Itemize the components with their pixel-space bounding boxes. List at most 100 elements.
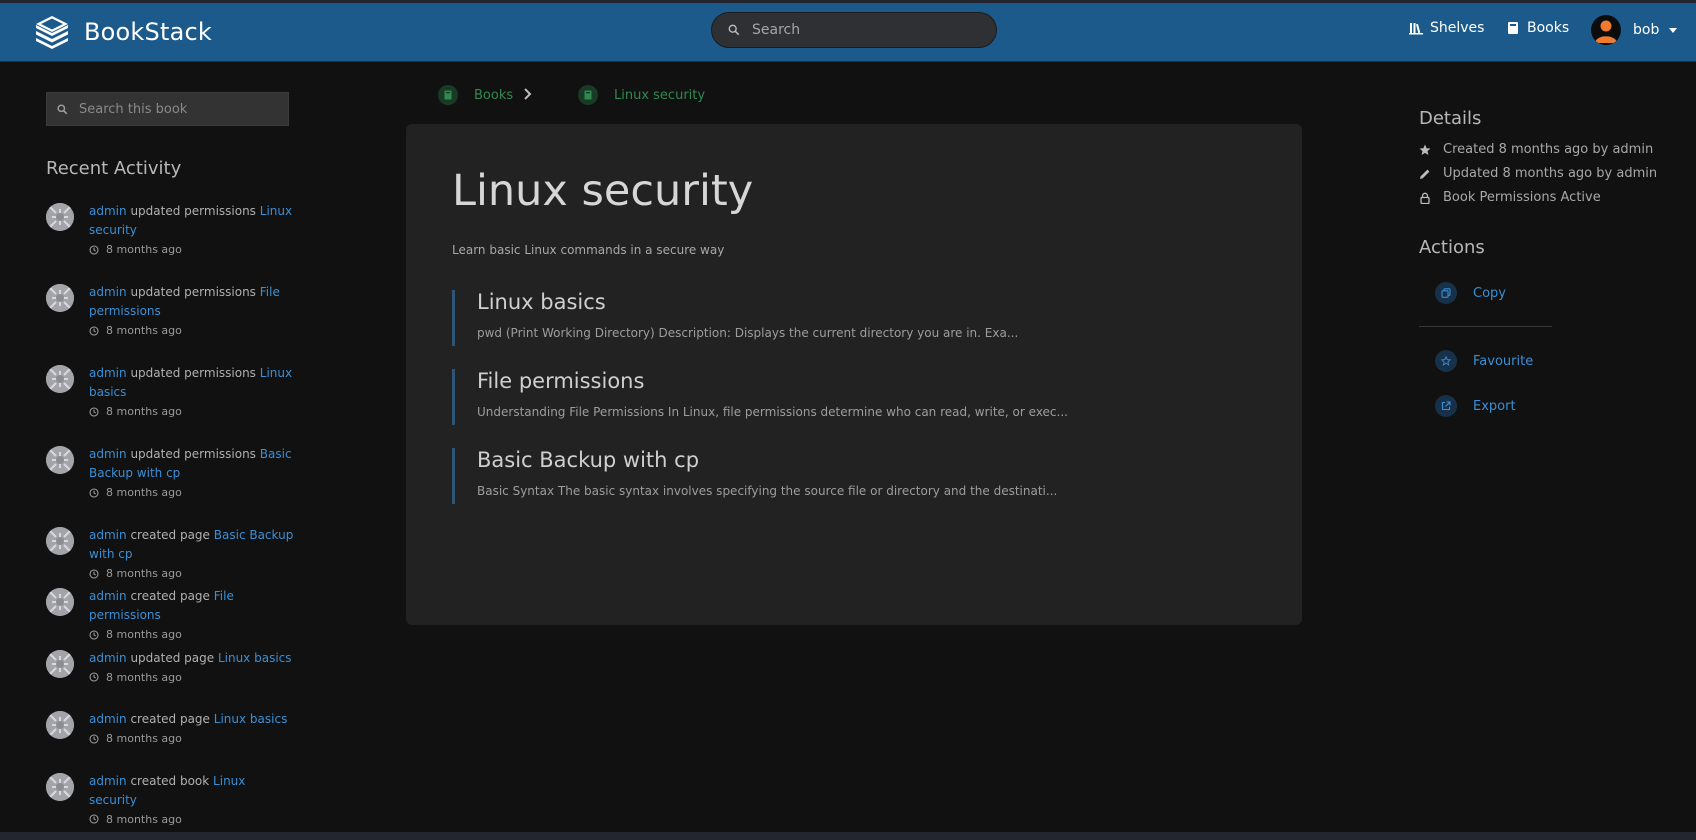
- page-title: Basic Backup with cp: [477, 448, 700, 472]
- page-item[interactable]: File permissions Understanding File Perm…: [452, 369, 1272, 425]
- activity-text: admin created book Linux security 8 month…: [89, 772, 294, 829]
- activity-time-text: 8 months ago: [106, 628, 182, 641]
- search-icon: [728, 23, 742, 37]
- page-excerpt: Basic Syntax The basic syntax involves s…: [477, 484, 1058, 498]
- bookstack-logo-icon: [36, 16, 68, 49]
- actions-title: Actions: [1419, 237, 1485, 258]
- activity-target-link[interactable]: Linux basics: [218, 651, 292, 665]
- activity-time-text: 8 months ago: [106, 243, 182, 256]
- activity-time-text: 8 months ago: [106, 812, 182, 826]
- export-button[interactable]: Export: [1419, 395, 1516, 417]
- activity-avatar: [46, 711, 74, 739]
- user-menu[interactable]: bob: [1591, 15, 1678, 45]
- nav-books-label: Books: [1527, 20, 1570, 36]
- detail-updated-text: Updated 8 months ago by admin: [1443, 166, 1658, 181]
- activity-user-link[interactable]: admin: [89, 447, 127, 461]
- activity-action: created page: [130, 589, 210, 603]
- top-header: BookStack Shelves Books bob: [0, 3, 1696, 62]
- global-search-input[interactable]: [752, 22, 982, 38]
- books-icon: [1508, 22, 1518, 34]
- activity-avatar: [46, 365, 74, 393]
- activity-avatar: [46, 527, 74, 555]
- favourite-button[interactable]: Favourite: [1419, 350, 1533, 372]
- page-title: File permissions: [477, 369, 645, 393]
- detail-permissions: Book Permissions Active: [1419, 190, 1601, 205]
- page-excerpt: Understanding File Permissions In Linux,…: [477, 405, 1068, 419]
- activity-user-link[interactable]: admin: [89, 712, 127, 726]
- activity-user-link[interactable]: admin: [89, 589, 127, 603]
- star-outline-icon: [1435, 350, 1457, 372]
- activity-avatar: [46, 588, 74, 616]
- activity-user-link[interactable]: admin: [89, 204, 127, 218]
- pencil-icon: [1420, 169, 1430, 179]
- clock-icon: [89, 629, 99, 640]
- activity-time: 8 months ago: [89, 625, 294, 644]
- book-search-box[interactable]: [46, 92, 289, 126]
- activity-time: 8 months ago: [89, 729, 294, 748]
- chevron-right-icon: [524, 88, 532, 100]
- page-item[interactable]: Basic Backup with cp Basic Syntax The ba…: [452, 448, 1272, 504]
- clock-icon: [89, 406, 99, 417]
- activity-time: 8 months ago: [89, 402, 294, 421]
- nav-shelves[interactable]: Shelves: [1409, 20, 1484, 36]
- window-bottom-edge: [0, 832, 1696, 840]
- details-title: Details: [1419, 108, 1482, 129]
- activity-time-text: 8 months ago: [106, 405, 182, 418]
- activity-time: 8 months ago: [89, 483, 294, 502]
- book-search-input[interactable]: [79, 101, 279, 117]
- activity-text: admin updated permissions Basic Backup w…: [89, 445, 294, 502]
- copy-button[interactable]: Copy: [1419, 282, 1506, 304]
- activity-action: created page: [130, 528, 210, 542]
- breadcrumb-books[interactable]: Books: [422, 85, 513, 105]
- book-description: Learn basic Linux commands in a secure w…: [452, 243, 725, 257]
- activity-time: 8 months ago: [89, 668, 294, 687]
- activity-user-link[interactable]: admin: [89, 366, 127, 380]
- clock-icon: [89, 244, 99, 255]
- activity-user-link[interactable]: admin: [89, 285, 127, 299]
- activity-avatar: [46, 284, 74, 312]
- favourite-label: Favourite: [1473, 353, 1534, 369]
- activity-user-link[interactable]: admin: [89, 774, 127, 788]
- book-title: Linux security: [452, 166, 754, 216]
- recent-activity-title: Recent Activity: [46, 158, 182, 179]
- clock-icon: [89, 814, 99, 824]
- chevron-down-icon: [1669, 27, 1678, 33]
- copy-label: Copy: [1473, 285, 1506, 301]
- lock-icon: [1420, 192, 1430, 204]
- search-icon: [57, 103, 69, 115]
- detail-permissions-text: Book Permissions Active: [1443, 190, 1601, 205]
- detail-updated: Updated 8 months ago by admin: [1419, 166, 1657, 181]
- activity-action: updated page: [130, 650, 215, 665]
- activity-avatar: [46, 649, 74, 678]
- copy-icon: [1435, 282, 1457, 304]
- detail-created: Created 8 months ago by admin: [1419, 142, 1653, 157]
- global-search-box[interactable]: [711, 12, 997, 48]
- activity-time-text: 8 months ago: [106, 486, 182, 499]
- nav-books[interactable]: Books: [1506, 20, 1569, 36]
- activity-time-text: 8 months ago: [106, 670, 182, 684]
- activity-action: updated permissions: [130, 204, 256, 218]
- app-logo[interactable]: BookStack: [32, 12, 212, 52]
- book-content-card: Linux security Learn basic Linux command…: [406, 124, 1302, 625]
- clock-icon: [89, 672, 99, 682]
- clock-icon: [89, 733, 99, 744]
- book-icon: [578, 85, 598, 105]
- activity-time: 8 months ago: [89, 810, 294, 829]
- activity-avatar: [46, 772, 74, 801]
- activity-user-link[interactable]: admin: [89, 651, 127, 665]
- activity-user-link[interactable]: admin: [89, 528, 127, 542]
- activity-text: admin updated permissions File permissio…: [89, 283, 294, 340]
- clock-icon: [89, 325, 99, 336]
- book-icon: [438, 85, 458, 105]
- page-item[interactable]: Linux basics pwd (Print Working Director…: [452, 290, 1272, 346]
- nav-shelves-label: Shelves: [1430, 20, 1485, 36]
- clock-icon: [89, 568, 99, 579]
- activity-text: admin created page Basic Backup with cp 8…: [89, 526, 294, 583]
- breadcrumb-linux-security[interactable]: Linux security: [562, 85, 705, 105]
- activity-time: 8 months ago: [89, 564, 294, 583]
- activity-text: admin updated permissions Linux security…: [89, 202, 294, 259]
- user-avatar: [1591, 15, 1621, 45]
- activity-action: updated permissions: [130, 366, 256, 380]
- activity-action: updated permissions: [130, 285, 256, 299]
- activity-target-link[interactable]: Linux basics: [214, 712, 288, 726]
